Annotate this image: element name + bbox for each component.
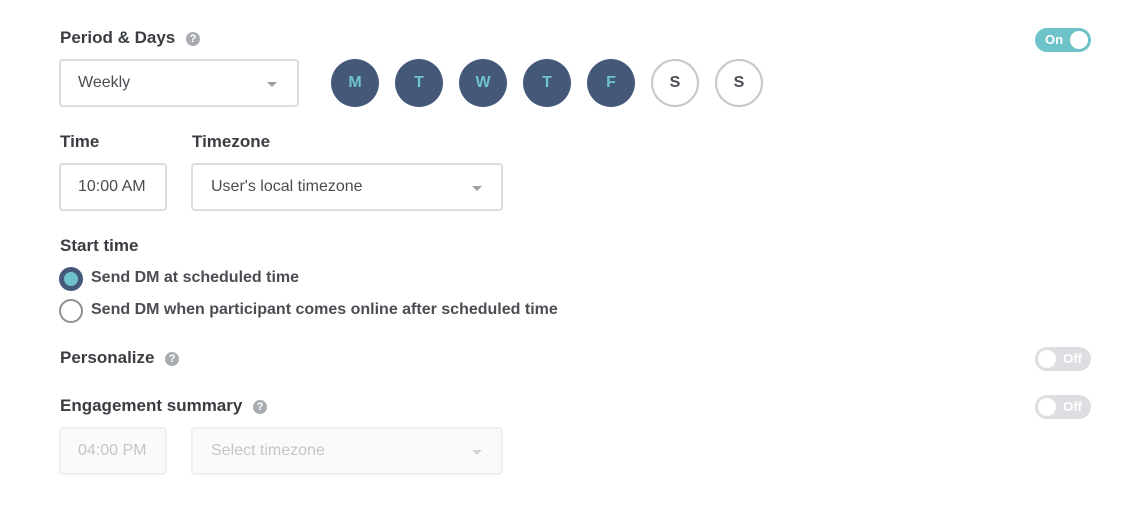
engagement-time-placeholder: 04:00 PM bbox=[78, 442, 147, 459]
time-input[interactable]: 10:00 AM bbox=[59, 163, 167, 211]
personalize-heading: Personalize ? bbox=[60, 348, 180, 368]
help-icon[interactable]: ? bbox=[165, 351, 180, 366]
period-select[interactable]: Weekly bbox=[59, 59, 299, 107]
time-value: 10:00 AM bbox=[78, 178, 146, 195]
chevron-down-icon bbox=[472, 450, 482, 455]
period-toggle[interactable]: On bbox=[1035, 28, 1091, 52]
start-time-label: Start time bbox=[60, 236, 139, 255]
chevron-down-icon bbox=[472, 186, 482, 191]
toggle-knob bbox=[1038, 398, 1056, 416]
timezone-select[interactable]: User's local timezone bbox=[191, 163, 503, 211]
day-button-thursday[interactable]: T bbox=[523, 59, 571, 107]
period-days-heading: Period & Days ? bbox=[60, 28, 200, 48]
timezone-label: Timezone bbox=[192, 132, 271, 151]
radio-scheduled-time[interactable] bbox=[59, 267, 83, 291]
chevron-down-icon bbox=[267, 82, 277, 87]
engagement-time-input[interactable]: 04:00 PM bbox=[59, 427, 167, 475]
engagement-heading: Engagement summary ? bbox=[60, 396, 268, 416]
personalize-toggle[interactable]: Off bbox=[1035, 347, 1091, 371]
toggle-knob bbox=[1038, 350, 1056, 368]
time-label: Time bbox=[60, 132, 100, 151]
day-button-wednesday[interactable]: W bbox=[459, 59, 507, 107]
toggle-label: On bbox=[1045, 32, 1064, 47]
toggle-label: Off bbox=[1063, 399, 1082, 414]
radio-when-online[interactable] bbox=[59, 299, 83, 323]
toggle-knob bbox=[1070, 31, 1088, 49]
personalize-label: Personalize bbox=[60, 348, 155, 367]
day-button-sunday[interactable]: S bbox=[715, 59, 763, 107]
day-button-monday[interactable]: M bbox=[331, 59, 379, 107]
help-icon[interactable]: ? bbox=[253, 399, 268, 414]
period-select-value: Weekly bbox=[78, 74, 131, 91]
engagement-timezone-placeholder: Select timezone bbox=[211, 442, 325, 459]
radio-dot bbox=[64, 272, 78, 286]
engagement-timezone-select[interactable]: Select timezone bbox=[191, 427, 503, 475]
period-days-label: Period & Days bbox=[60, 28, 176, 47]
day-button-tuesday[interactable]: T bbox=[395, 59, 443, 107]
engagement-toggle[interactable]: Off bbox=[1035, 395, 1091, 419]
radio-when-online-label[interactable]: Send DM when participant comes online af… bbox=[91, 301, 558, 319]
day-button-friday[interactable]: F bbox=[587, 59, 635, 107]
help-icon[interactable]: ? bbox=[186, 31, 200, 46]
engagement-label: Engagement summary bbox=[60, 396, 243, 415]
toggle-label: Off bbox=[1063, 351, 1082, 366]
day-button-saturday[interactable]: S bbox=[651, 59, 699, 107]
timezone-value: User's local timezone bbox=[211, 178, 363, 195]
radio-scheduled-time-label[interactable]: Send DM at scheduled time bbox=[91, 269, 299, 287]
